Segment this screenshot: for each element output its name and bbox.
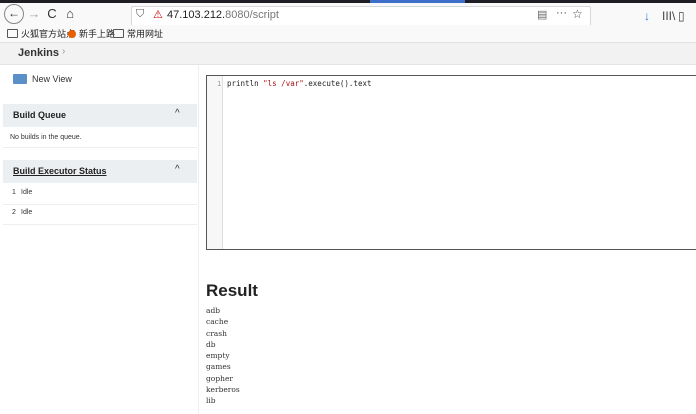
- browser-toolbar: ← → C ⌂ ⛉ ⚠ 47.103.212.8080/script ▤ ···…: [0, 3, 696, 26]
- url-path: 8080/script: [225, 9, 279, 21]
- result-line: db: [206, 339, 216, 349]
- new-view-label: New View: [32, 74, 72, 84]
- executor-number: 2: [12, 209, 16, 216]
- result-line: kerberos: [206, 385, 240, 395]
- bookmark-star-icon[interactable]: ☆: [572, 7, 583, 21]
- insecure-lock-icon[interactable]: ⚠: [153, 8, 163, 21]
- executor-status: Idle: [21, 189, 33, 196]
- library-icon[interactable]: III\: [662, 9, 675, 23]
- result-line: gopher: [206, 373, 233, 383]
- executor-number: 1: [12, 189, 16, 196]
- result-line: lib: [206, 396, 216, 406]
- build-queue-empty-text: No builds in the queue.: [10, 134, 82, 141]
- line-number-gutter: 1: [207, 76, 223, 249]
- executor-status-title[interactable]: Build Executor Status: [13, 166, 107, 176]
- url-text[interactable]: 47.103.212.8080/script: [167, 9, 279, 21]
- result-line: adb: [206, 306, 221, 315]
- result-output: adb cache crash db empty games gopher ke…: [206, 305, 240, 407]
- code-keyword: println: [227, 79, 264, 88]
- address-bar[interactable]: ⛉ ⚠ 47.103.212.8080/script ▤ ··· ☆: [131, 6, 591, 26]
- reload-icon[interactable]: C: [45, 4, 59, 24]
- page-actions-icon[interactable]: ···: [556, 7, 567, 19]
- breadcrumb-arrow-icon[interactable]: ›: [62, 46, 65, 57]
- executor-status: Idle: [21, 209, 33, 216]
- executor-row: 2 Idle: [3, 204, 197, 225]
- collapse-chevron-icon[interactable]: ^: [175, 108, 180, 119]
- folder-icon: [13, 74, 27, 84]
- url-host: 47.103.212.: [167, 9, 226, 21]
- breadcrumb-jenkins[interactable]: Jenkins: [18, 47, 59, 59]
- result-line: games: [206, 362, 231, 372]
- code-string: "ls /var": [263, 79, 304, 88]
- folder-icon: [7, 29, 18, 38]
- reader-view-icon[interactable]: ▤: [537, 8, 547, 21]
- bookmark-label: 火狐官方站点: [21, 29, 76, 39]
- result-heading: Result: [206, 281, 258, 300]
- executor-status-header: Build Executor Status ^: [3, 160, 197, 183]
- result-line: cache: [206, 317, 229, 327]
- script-console-editor[interactable]: 1 println "ls /var".execute().text: [206, 75, 696, 250]
- executor-row: 1 Idle: [3, 184, 197, 205]
- bookmark-item[interactable]: 新手上路: [68, 27, 115, 40]
- download-icon[interactable]: ↓: [644, 9, 650, 23]
- clipped-description-text: [206, 59, 696, 65]
- forward-arrow-icon[interactable]: →: [27, 4, 41, 24]
- collapse-chevron-icon[interactable]: ^: [175, 164, 180, 175]
- code-method: .execute().text: [303, 79, 372, 88]
- build-queue-title: Build Queue: [13, 110, 67, 120]
- home-icon[interactable]: ⌂: [63, 4, 77, 24]
- bookmark-label: 常用网址: [127, 29, 164, 39]
- line-number: 1: [217, 80, 222, 88]
- sidebar-toggle-icon[interactable]: ▯: [678, 9, 685, 23]
- bookmarks-toolbar: 火狐官方站点 新手上路 常用网址: [0, 25, 696, 43]
- bookmark-item[interactable]: 常用网址: [113, 27, 163, 40]
- bookmark-item[interactable]: 火狐官方站点: [7, 27, 75, 40]
- shield-icon[interactable]: ⛉: [136, 8, 144, 21]
- firefox-icon: [68, 30, 76, 38]
- folder-icon: [113, 29, 124, 38]
- divider: [3, 147, 197, 148]
- bookmark-label: 新手上路: [79, 29, 116, 39]
- code-line[interactable]: println "ls /var".execute().text: [227, 79, 372, 88]
- sidebar: New View Build Queue ^ No builds in the …: [0, 65, 199, 414]
- back-arrow-icon[interactable]: ←: [4, 4, 24, 24]
- new-view-link[interactable]: New View: [13, 74, 72, 84]
- result-line: empty: [206, 351, 230, 361]
- build-queue-header: Build Queue ^: [3, 104, 197, 127]
- result-line: crash: [206, 328, 227, 338]
